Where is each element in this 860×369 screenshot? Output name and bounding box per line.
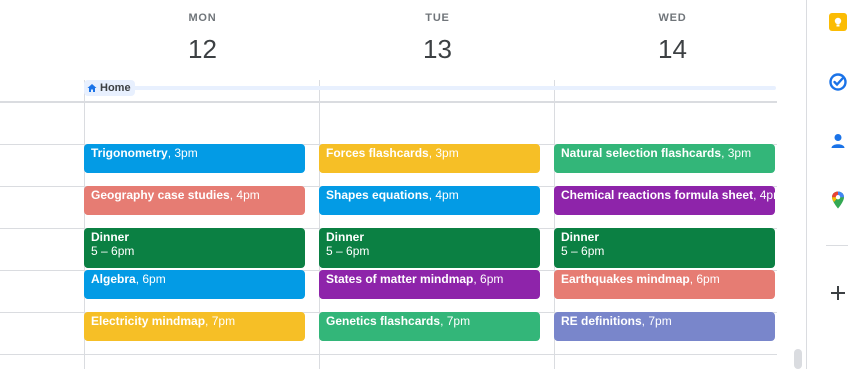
event-time: , 3pm (721, 146, 752, 160)
event-title: Chemical reactions formula sheet (561, 188, 754, 202)
day-name: WED (658, 12, 687, 24)
event-time: 5 – 6pm (561, 244, 605, 258)
event-title: Shapes equations (326, 188, 429, 202)
event-time: , 7pm (440, 314, 471, 328)
allday-working-location-bar[interactable] (84, 86, 776, 90)
event-title: Natural selection flashcards (561, 146, 722, 160)
event[interactable]: Dinner 5 – 6pm (84, 228, 305, 268)
contacts-icon[interactable] (828, 131, 848, 151)
day-name: TUE (425, 12, 450, 24)
event-title: Forces flashcards (326, 146, 429, 160)
side-panel-separator (826, 245, 848, 246)
home-icon (87, 84, 97, 92)
event-title: Dinner (91, 230, 130, 244)
event-title: Algebra (91, 272, 136, 286)
event-time: 5 – 6pm (91, 244, 135, 258)
event-title: Trigonometry (91, 146, 168, 160)
event-title: Dinner (326, 230, 365, 244)
event[interactable]: Earthquakes mindmap, 6pm (554, 270, 775, 299)
tasks-icon[interactable] (828, 72, 848, 92)
event[interactable]: Chemical reactions formula sheet, 4pm (554, 186, 775, 215)
event[interactable]: Natural selection flashcards, 3pm (554, 144, 775, 173)
event-time: , 3pm (167, 146, 198, 160)
add-icon[interactable] (828, 283, 848, 303)
event[interactable]: Dinner 5 – 6pm (319, 228, 540, 268)
hour-line (0, 354, 777, 355)
event-time: , 6pm (473, 272, 504, 286)
event-time: , 4pm (229, 188, 260, 202)
event[interactable]: Electricity mindmap, 7pm (84, 312, 305, 341)
event[interactable]: States of matter mindmap, 6pm (319, 270, 540, 299)
day-number[interactable]: 14 (555, 34, 790, 65)
event[interactable]: Forces flashcards, 3pm (319, 144, 540, 173)
day-name: MON (188, 12, 217, 24)
allday-divider (0, 101, 777, 103)
event-title: States of matter mindmap (326, 272, 474, 286)
keep-icon[interactable] (828, 12, 848, 32)
event[interactable]: Shapes equations, 4pm (319, 186, 540, 215)
event-title: Earthquakes mindmap (561, 272, 690, 286)
event-time: , 4pm (428, 188, 459, 202)
day-number[interactable]: 13 (320, 34, 555, 65)
event-time: , 6pm (135, 272, 166, 286)
event-time: , 4pm (753, 188, 775, 202)
maps-icon[interactable] (828, 190, 848, 210)
event-time: , 6pm (689, 272, 720, 286)
event[interactable]: Algebra, 6pm (84, 270, 305, 299)
event-title: Genetics flashcards (326, 314, 441, 328)
event-title: Dinner (561, 230, 600, 244)
event-time: 5 – 6pm (326, 244, 370, 258)
event-time: , 7pm (641, 314, 672, 328)
side-panel (806, 0, 860, 369)
event-title: RE definitions (561, 314, 642, 328)
event-time: , 7pm (205, 314, 236, 328)
event-title: Geography case studies (91, 188, 230, 202)
event[interactable]: Geography case studies, 4pm (84, 186, 305, 215)
event[interactable]: Trigonometry, 3pm (84, 144, 305, 173)
event[interactable]: RE definitions, 7pm (554, 312, 775, 341)
working-location-label: Home (100, 82, 131, 94)
event[interactable]: Dinner 5 – 6pm (554, 228, 775, 268)
working-location-chip[interactable]: Home (84, 80, 135, 96)
event-time: , 3pm (428, 146, 459, 160)
scrollbar-thumb[interactable] (794, 349, 802, 369)
event[interactable]: Genetics flashcards, 7pm (319, 312, 540, 341)
day-number[interactable]: 12 (85, 34, 320, 65)
event-title: Electricity mindmap (91, 314, 206, 328)
